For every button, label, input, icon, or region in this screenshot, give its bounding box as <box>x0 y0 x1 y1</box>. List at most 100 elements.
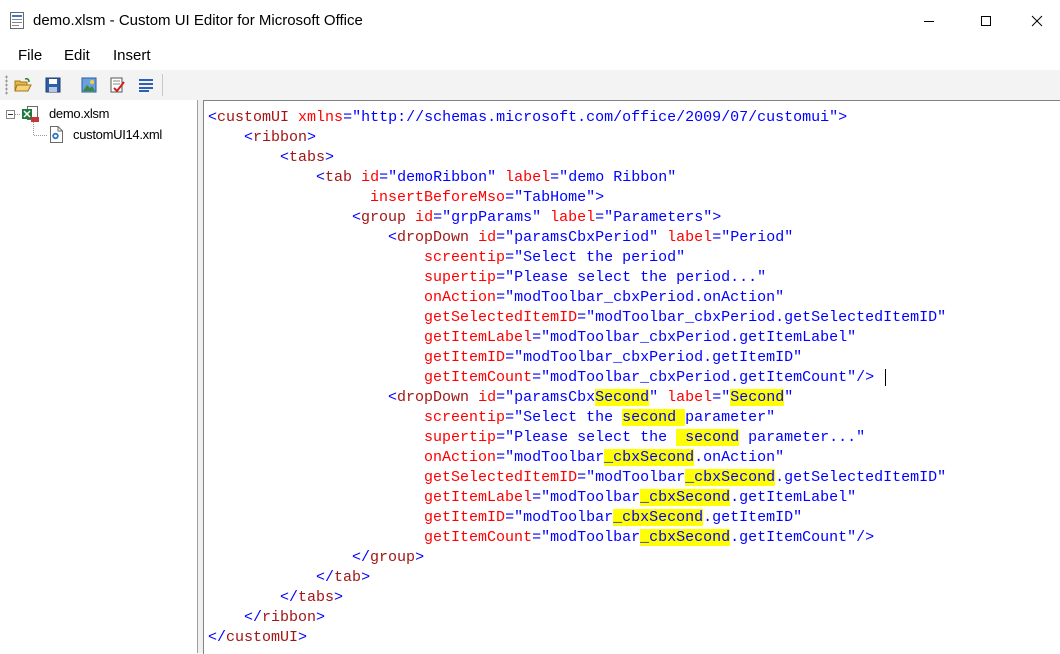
xml-code[interactable]: <customUI xmlns="http://schemas.microsof… <box>208 108 946 648</box>
xml-attribute-value: Period <box>730 229 785 246</box>
code-line[interactable]: supertip="Please select the period..." <box>208 268 946 288</box>
xml-attribute-name: getItemCount <box>424 369 533 386</box>
code-line[interactable]: supertip="Please select the second param… <box>208 428 946 448</box>
xml-punctuation: " <box>757 269 767 286</box>
code-line[interactable]: <customUI xmlns="http://schemas.microsof… <box>208 108 946 128</box>
open-button[interactable] <box>13 75 33 95</box>
menu-file[interactable]: File <box>18 47 42 64</box>
xml-punctuation: =" <box>550 169 569 186</box>
xml-attribute-name: id <box>361 169 380 186</box>
xml-attribute-value: demoRibbon <box>397 169 488 186</box>
validate-button[interactable] <box>107 75 127 95</box>
save-button[interactable] <box>43 75 63 95</box>
xml-punctuation: "> <box>829 109 848 126</box>
xml-punctuation: < <box>352 209 362 226</box>
maximize-button[interactable] <box>963 0 1009 42</box>
xml-attribute-name: label <box>667 389 713 406</box>
code-line[interactable]: </tabs> <box>208 588 946 608</box>
search-highlight: second <box>676 429 740 446</box>
code-line[interactable]: </tab> <box>208 568 946 588</box>
code-line[interactable]: </customUI> <box>208 628 946 648</box>
code-line[interactable]: getItemLabel="modToolbar_cbxSecond.getIt… <box>208 488 946 508</box>
code-line[interactable]: </ribbon> <box>208 608 946 628</box>
code-line[interactable]: <tab id="demoRibbon" label="demo Ribbon" <box>208 168 946 188</box>
close-icon <box>1031 15 1043 27</box>
xml-punctuation: =" <box>496 449 515 466</box>
xml-punctuation: > <box>361 569 371 586</box>
code-line[interactable]: screentip="Select the second parameter" <box>208 408 946 428</box>
code-line[interactable]: <group id="grpParams" label="Parameters"… <box>208 208 946 228</box>
code-line[interactable]: getSelectedItemID="modToolbar_cbxSecond.… <box>208 468 946 488</box>
code-line[interactable]: <dropDown id="paramsCbxSecond" label="Se… <box>208 388 946 408</box>
collapse-toggle[interactable] <box>6 110 15 119</box>
xml-attribute-value: modToolbar <box>550 529 641 546</box>
xml-attribute-value: Select the period <box>523 249 677 266</box>
tree-item-demo-xlsm[interactable]: demo.xlsm <box>22 106 132 124</box>
xml-punctuation: =" <box>343 109 362 126</box>
code-line[interactable]: getItemCount="modToolbar_cbxSecond.getIt… <box>208 528 946 548</box>
xml-attribute-value: grpParams <box>451 209 533 226</box>
tree-item-customui14[interactable]: customUI14.xml <box>48 126 178 144</box>
minimize-button[interactable] <box>906 0 952 42</box>
maximize-icon <box>981 16 991 26</box>
xml-punctuation: < <box>388 229 398 246</box>
xml-attribute-value: http://schemas.microsoft.com/office/2009… <box>361 109 830 126</box>
xml-punctuation: < <box>208 109 218 126</box>
xml-editor[interactable]: <customUI xmlns="http://schemas.microsof… <box>203 100 1060 654</box>
xml-punctuation: "/> <box>847 369 875 386</box>
toolbar-grip[interactable] <box>5 75 8 95</box>
xml-punctuation: =" <box>532 489 551 506</box>
insert-icons-icon <box>81 77 97 93</box>
xml-attribute-name: screentip <box>424 249 506 266</box>
code-line[interactable]: </group> <box>208 548 946 568</box>
code-line[interactable]: getItemID="modToolbar_cbxPeriod.getItemI… <box>208 348 946 368</box>
xml-attribute-value: .getItemCount <box>730 529 848 546</box>
xml-punctuation: =" <box>505 189 524 206</box>
code-line[interactable]: <dropDown id="paramsCbxPeriod" label="Pe… <box>208 228 946 248</box>
search-highlight: _cbxSecond <box>604 449 695 466</box>
code-line[interactable]: <tabs> <box>208 148 946 168</box>
code-line[interactable]: getItemCount="modToolbar_cbxPeriod.getIt… <box>208 368 946 388</box>
menu-insert[interactable]: Insert <box>113 47 151 64</box>
xml-punctuation: < <box>388 389 398 406</box>
xml-tag-name: group <box>361 209 407 226</box>
xml-punctuation: < <box>280 149 290 166</box>
code-line[interactable]: getItemID="modToolbar_cbxSecond.getItemI… <box>208 508 946 528</box>
search-highlight: _cbxSecond <box>640 489 731 506</box>
xml-attribute-value: parameter... <box>739 429 857 446</box>
code-line[interactable]: <ribbon> <box>208 128 946 148</box>
xml-punctuation: =" <box>496 389 515 406</box>
code-line[interactable]: onAction="modToolbar_cbxSecond.onAction" <box>208 448 946 468</box>
search-highlight: _cbxSecond <box>685 469 776 486</box>
search-highlight: _cbxSecond <box>640 529 731 546</box>
menu-edit[interactable]: Edit <box>64 47 90 64</box>
generate-callbacks-button[interactable] <box>136 75 156 95</box>
code-line[interactable]: getSelectedItemID="modToolbar_cbxPeriod.… <box>208 308 946 328</box>
close-button[interactable] <box>1014 0 1060 42</box>
code-line[interactable]: screentip="Select the period" <box>208 248 946 268</box>
xml-punctuation: =" <box>505 509 524 526</box>
xml-punctuation: =" <box>532 529 551 546</box>
xml-punctuation: =" <box>379 169 398 186</box>
xml-punctuation: =" <box>433 209 452 226</box>
xml-attribute-value: modToolbar <box>595 469 686 486</box>
code-line[interactable]: getItemLabel="modToolbar_cbxPeriod.getIt… <box>208 328 946 348</box>
insert-icons-button[interactable] <box>79 75 99 95</box>
code-line[interactable]: onAction="modToolbar_cbxPeriod.onAction" <box>208 288 946 308</box>
code-line[interactable]: insertBeforeMso="TabHome"> <box>208 188 946 208</box>
xml-punctuation: =" <box>505 349 524 366</box>
